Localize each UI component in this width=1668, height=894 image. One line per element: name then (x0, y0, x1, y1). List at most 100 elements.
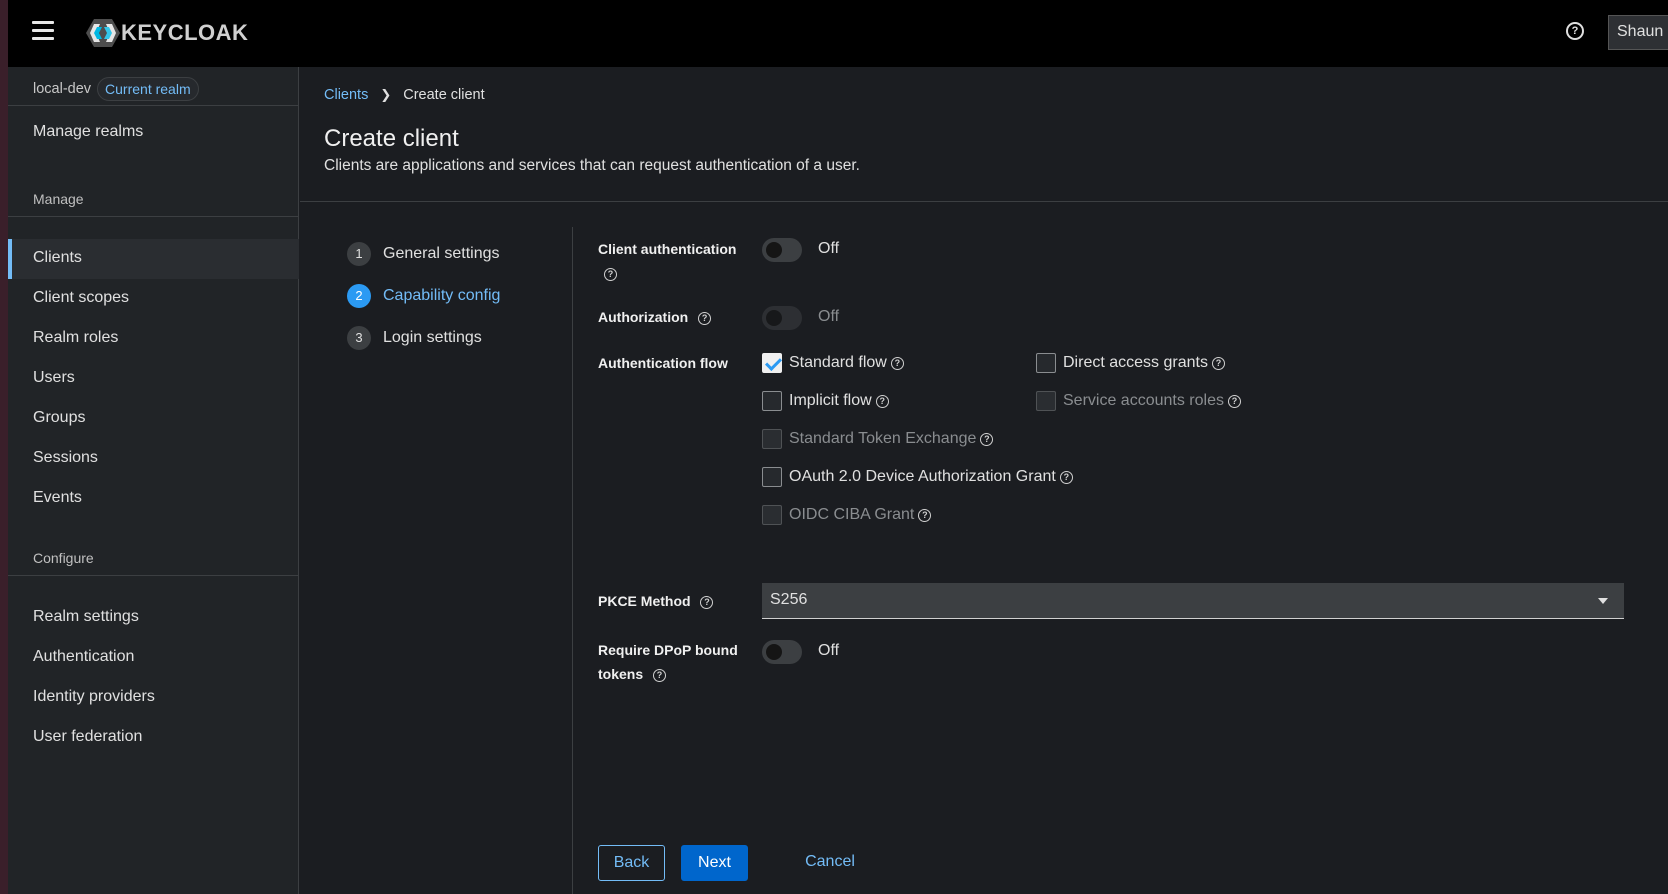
step-number: 2 (347, 284, 371, 308)
direct-access-label: Direct access grants (1063, 354, 1208, 371)
checkbox-checked[interactable] (762, 353, 782, 373)
breadcrumb-current: Create client (403, 87, 485, 103)
sidebar-section-configure: Configure (33, 550, 94, 566)
wizard-step-login-settings[interactable]: 3 Login settings (347, 326, 482, 350)
dpop-label: Require DPoP bound tokens ? (598, 638, 738, 686)
sidebar-active-indicator (8, 239, 12, 279)
user-menu-button[interactable]: Shaun M (1608, 15, 1668, 50)
pkce-label-text: PKCE Method (598, 593, 691, 609)
client-auth-label-text: Client authentication (598, 241, 737, 257)
service-accounts-roles-checkbox[interactable]: Service accounts roles ? (1036, 391, 1241, 411)
authorization-label-text: Authorization (598, 309, 689, 325)
oidc-ciba-grant-checkbox[interactable]: OIDC CIBA Grant ? (762, 505, 932, 525)
checkbox[interactable] (762, 467, 782, 487)
checkbox[interactable] (1036, 353, 1056, 373)
sidebar-item-realm-settings[interactable]: Realm settings (33, 608, 139, 626)
help-icon[interactable]: ? (1227, 394, 1241, 408)
keycloak-logo[interactable]: KEYCLOAK (85, 18, 248, 48)
authorization-label: Authorization ? (598, 305, 712, 329)
help-icon[interactable]: ? (700, 595, 714, 609)
help-icon[interactable]: ? (875, 394, 889, 408)
help-icon[interactable]: ? (604, 267, 617, 281)
main-content: Clients ❯ Create client Create client Cl… (300, 67, 1668, 894)
step-label: Login settings (383, 329, 482, 346)
help-icon[interactable]: ? (1211, 356, 1225, 370)
sidebar-item-sessions[interactable]: Sessions (33, 449, 98, 467)
help-icon[interactable]: ? (698, 311, 712, 325)
chevron-right-icon: ❯ (380, 87, 392, 102)
dpop-label-line1: Require DPoP bound (598, 642, 738, 658)
implicit-flow-label: Implicit flow (789, 392, 872, 409)
dpop-toggle[interactable] (762, 640, 802, 664)
help-icon[interactable]: ? (653, 668, 667, 682)
pkce-method-label: PKCE Method ? (598, 589, 714, 613)
client-auth-toggle[interactable] (762, 238, 802, 262)
sidebar-item-manage-realms[interactable]: Manage realms (33, 123, 143, 141)
checkbox-disabled[interactable] (762, 505, 782, 525)
implicit-flow-checkbox[interactable]: Implicit flow ? (762, 391, 889, 411)
dpop-label-line2: tokens (598, 666, 644, 682)
authorization-state: Off (818, 308, 840, 325)
wizard-divider (572, 227, 573, 894)
hamburger-menu-icon[interactable] (32, 21, 54, 41)
wizard-step-capability-config[interactable]: 2 Capability config (347, 284, 500, 308)
sidebar-item-users[interactable]: Users (33, 369, 75, 387)
step-label: Capability config (383, 287, 501, 304)
help-icon[interactable]: ? (1566, 22, 1584, 40)
page-title: Create client (324, 125, 459, 152)
window-edge (0, 0, 8, 894)
realm-name: local-dev (33, 81, 92, 97)
realm-selector[interactable]: local-dev Current realm (33, 77, 199, 101)
sidebar-item-events[interactable]: Events (33, 489, 82, 507)
keycloak-logo-icon (86, 19, 120, 47)
breadcrumb: Clients ❯ Create client (324, 87, 485, 103)
page-description: Clients are applications and services th… (324, 157, 860, 174)
logo-text: KEYCLOAK (121, 20, 249, 45)
checkbox-disabled[interactable] (1036, 391, 1056, 411)
masthead: KEYCLOAK ? Shaun M (8, 0, 1668, 67)
sidebar-item-user-federation[interactable]: User federation (33, 728, 142, 746)
checkbox[interactable] (762, 391, 782, 411)
sidebar-item-realm-roles[interactable]: Realm roles (33, 329, 118, 347)
help-icon[interactable]: ? (980, 432, 994, 446)
sidebar-divider (8, 216, 299, 217)
dpop-state: Off (818, 642, 840, 659)
checkbox-disabled[interactable] (762, 429, 782, 449)
wizard-step-general-settings[interactable]: 1 General settings (347, 242, 500, 266)
header-divider (300, 201, 1668, 202)
device-authorization-grant-checkbox[interactable]: OAuth 2.0 Device Authorization Grant ? (762, 467, 1073, 487)
client-auth-label: Client authentication ? (598, 237, 748, 285)
sidebar-divider (8, 575, 299, 576)
standard-token-exchange-checkbox[interactable]: Standard Token Exchange ? (762, 429, 994, 449)
step-number: 3 (347, 326, 371, 350)
step-label: General settings (383, 245, 500, 262)
sidebar-item-identity-providers[interactable]: Identity providers (33, 688, 155, 706)
authorization-toggle[interactable] (762, 306, 802, 330)
pkce-method-select[interactable]: S256 (762, 583, 1624, 619)
token-exchange-label: Standard Token Exchange (789, 430, 977, 447)
direct-access-grants-checkbox[interactable]: Direct access grants ? (1036, 353, 1225, 373)
help-icon[interactable]: ? (1059, 470, 1073, 484)
next-button[interactable]: Next (681, 845, 748, 881)
client-auth-state: Off (818, 240, 840, 257)
back-button[interactable]: Back (598, 845, 665, 881)
sidebar-section-manage: Manage (33, 191, 84, 207)
sidebar-item-clients[interactable]: Clients (33, 249, 82, 267)
service-accounts-label: Service accounts roles (1063, 392, 1224, 409)
sidebar-divider (8, 105, 299, 106)
pkce-method-value: S256 (770, 591, 808, 608)
standard-flow-checkbox[interactable]: Standard flow ? (762, 353, 904, 373)
step-number: 1 (347, 242, 371, 266)
device-grant-label: OAuth 2.0 Device Authorization Grant (789, 468, 1056, 485)
cancel-button[interactable]: Cancel (800, 845, 860, 881)
help-icon[interactable]: ? (918, 508, 932, 522)
help-icon[interactable]: ? (890, 356, 904, 370)
current-realm-badge: Current realm (97, 77, 199, 101)
breadcrumb-clients-link[interactable]: Clients (324, 87, 368, 103)
sidebar-item-groups[interactable]: Groups (33, 409, 85, 427)
sidebar-item-authentication[interactable]: Authentication (33, 648, 134, 666)
sidebar-item-client-scopes[interactable]: Client scopes (33, 289, 129, 307)
standard-flow-label: Standard flow (789, 354, 887, 371)
ciba-grant-label: OIDC CIBA Grant (789, 506, 915, 523)
auth-flow-label: Authentication flow (598, 355, 728, 371)
